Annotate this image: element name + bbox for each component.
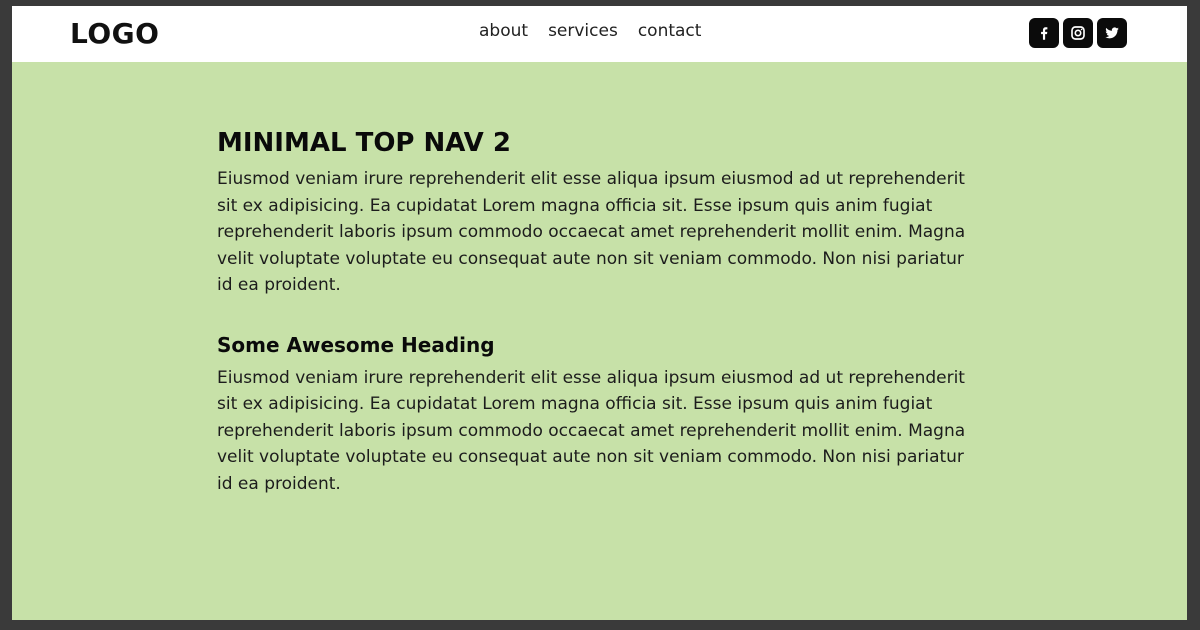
nav-links: about services contact (479, 19, 701, 43)
instagram-icon (1071, 26, 1085, 40)
twitter-icon (1105, 27, 1119, 39)
nav-link-services[interactable]: services (548, 19, 618, 43)
section-heading: Some Awesome Heading (217, 332, 495, 357)
page-title: MINIMAL TOP NAV 2 (217, 128, 511, 158)
intro-paragraph: Eiusmod veniam irure reprehenderit elit … (217, 169, 966, 295)
twitter-button[interactable] (1097, 18, 1127, 48)
social-links (1029, 18, 1127, 48)
logo[interactable]: LOGO (70, 14, 159, 54)
main-content: MINIMAL TOP NAV 2 Eiusmod veniam irure r… (217, 126, 977, 497)
nav-link-about[interactable]: about (479, 19, 528, 43)
page-frame: LOGO about services contact MINIMAL TOP … (12, 6, 1187, 620)
top-nav: LOGO about services contact (12, 6, 1187, 62)
facebook-icon (1041, 27, 1048, 40)
nav-link-contact[interactable]: contact (638, 19, 702, 43)
instagram-button[interactable] (1063, 18, 1093, 48)
section-paragraph: Eiusmod veniam irure reprehenderit elit … (217, 367, 966, 494)
facebook-button[interactable] (1029, 18, 1059, 48)
